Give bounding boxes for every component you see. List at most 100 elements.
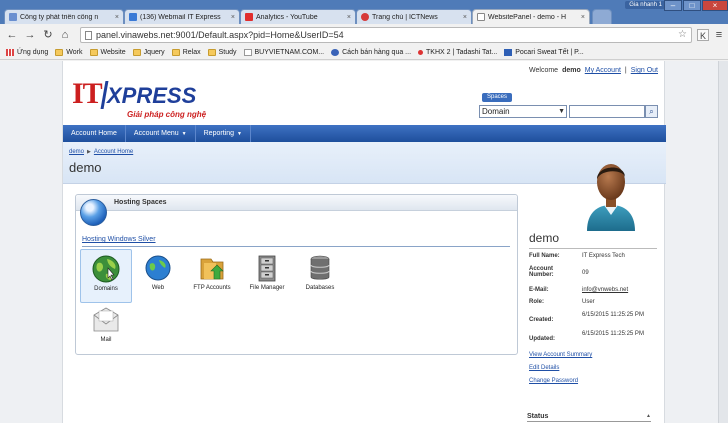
divider xyxy=(529,248,657,249)
bookmarks-bar: Ứng dụng Work Website Jquery Relax Study… xyxy=(0,46,728,60)
change-password-link[interactable]: Change Password xyxy=(529,378,592,384)
maximize-icon[interactable]: □ xyxy=(683,0,701,11)
search-icon[interactable]: ⌕ xyxy=(645,105,658,118)
close-tab-icon[interactable]: × xyxy=(463,14,467,21)
tab-title: Công ty phát triển công n xyxy=(20,13,99,21)
menu-icon[interactable]: ≡ xyxy=(713,28,725,42)
bookmark-star-icon[interactable]: ☆ xyxy=(678,29,687,40)
back-arrow-icon[interactable]: ← xyxy=(6,28,18,42)
close-tab-icon[interactable]: × xyxy=(231,14,235,21)
view-account-summary-link[interactable]: View Account Summary xyxy=(529,352,592,358)
close-tab-icon[interactable]: × xyxy=(115,14,119,21)
mail-icon xyxy=(93,307,119,332)
edit-details-link[interactable]: Edit Details xyxy=(529,365,592,371)
folder-icon xyxy=(171,49,180,56)
quick-web[interactable]: Web xyxy=(132,249,184,303)
extension-icon[interactable]: K xyxy=(697,29,709,41)
folder-icon xyxy=(207,49,216,56)
welcome-text: Welcome xyxy=(529,67,559,74)
close-tab-icon[interactable]: × xyxy=(581,14,585,21)
quick-label: Domains xyxy=(94,286,118,292)
browser-tab-3[interactable]: Analytics - YouTube × xyxy=(240,9,356,24)
collapse-icon[interactable]: ▲ xyxy=(646,413,651,419)
quick-label: Web xyxy=(151,285,165,291)
menu-label: Reporting xyxy=(203,130,234,137)
breadcrumb-current[interactable]: Account Home xyxy=(94,149,133,155)
domain-select[interactable]: Domain ▼ xyxy=(479,105,567,118)
bookmark-pocari[interactable]: Pocari Sweat Tết | P... xyxy=(504,49,584,56)
page-icon xyxy=(504,49,513,56)
bookmark-jquery[interactable]: Jquery xyxy=(132,49,165,56)
address-bar[interactable]: panel.vinawebs.net:9001/Default.aspx?pid… xyxy=(80,27,692,43)
logo-slogan: Giải pháp công nghệ xyxy=(127,110,207,119)
scrollbar[interactable] xyxy=(718,61,728,423)
field-value: 6/15/2015 11:25:25 PM xyxy=(582,312,644,318)
quick-domains[interactable]: Domains xyxy=(80,249,132,303)
field-label: Full Name: xyxy=(529,253,560,259)
bookmark-apps[interactable]: Ứng dụng xyxy=(6,49,48,56)
my-account-link[interactable]: My Account xyxy=(585,67,621,74)
bookmark-website[interactable]: Website xyxy=(89,49,126,56)
field-label: E-Mail: xyxy=(529,287,549,293)
bookmark-relax[interactable]: Relax xyxy=(171,49,201,56)
field-value: User xyxy=(582,299,595,305)
tab-title: Trang chủ | ICTNews xyxy=(372,13,438,21)
tab-title: WebsitePanel - demo - H xyxy=(488,13,567,21)
quick-label: Databases xyxy=(305,285,335,291)
it-express-logo[interactable]: IT XPRESS Giải pháp công nghệ xyxy=(69,73,229,123)
bookmark-work[interactable]: Work xyxy=(55,49,83,56)
home-icon[interactable]: ⌂ xyxy=(59,28,71,42)
account-links: View Account Summary Edit Details Change… xyxy=(529,352,592,391)
website-panel: IT XPRESS Giải pháp công nghệ Welcome de… xyxy=(62,61,666,423)
database-icon xyxy=(310,255,330,280)
hosting-space-link[interactable]: Hosting Windows Silver xyxy=(82,236,156,243)
caret-down-icon: ▼ xyxy=(181,131,187,137)
news-favicon-icon xyxy=(361,13,369,21)
menu-reporting[interactable]: Reporting ▼ xyxy=(196,125,251,142)
globe-icon xyxy=(92,255,120,283)
browser-tab-2[interactable]: (136) Webmail IT Express × xyxy=(124,9,240,24)
browser-tab-5-active[interactable]: WebsitePanel - demo - H × xyxy=(472,9,590,24)
email-link[interactable]: info@vnwebs.net xyxy=(582,287,658,293)
browser-tab-1[interactable]: Công ty phát triển công n × xyxy=(4,9,124,24)
divider: | xyxy=(624,67,627,74)
profile-chip[interactable]: Gia nhanh 1 xyxy=(625,1,666,9)
ftp-icon xyxy=(200,258,224,280)
quick-mail[interactable]: Mail xyxy=(80,301,132,355)
breadcrumb-root[interactable]: demo xyxy=(69,149,84,155)
bookmark-tkhx[interactable]: TKHX 2 | Tadashi Tat... xyxy=(418,49,497,56)
quick-label: Mail xyxy=(100,337,112,343)
bookmark-buyvietnam[interactable]: BUYVIETNAM.COM... xyxy=(243,49,324,56)
bookmark-label: Ứng dụng xyxy=(17,49,49,56)
close-tab-icon[interactable]: × xyxy=(347,14,351,21)
bookmark-label: Relax xyxy=(182,49,201,56)
menu-account-home[interactable]: Account Home xyxy=(63,125,126,142)
quick-file-manager[interactable]: File Manager xyxy=(241,249,293,303)
close-window-icon[interactable]: × xyxy=(702,0,728,11)
minimize-icon[interactable]: – xyxy=(664,0,682,11)
forward-arrow-icon[interactable]: → xyxy=(24,28,36,42)
sign-out-link[interactable]: Sign Out xyxy=(631,67,658,74)
status-section-header[interactable]: Status ▲ xyxy=(527,413,651,422)
apps-icon xyxy=(6,49,14,56)
menu-label: Account Menu xyxy=(133,130,179,137)
bookmark-cach-ban-hang[interactable]: Cách bán hàng qua ... xyxy=(331,49,411,56)
menu-account-menu[interactable]: Account Menu ▼ xyxy=(126,125,196,142)
bookmark-study[interactable]: Study xyxy=(207,49,237,56)
field-label: Role: xyxy=(529,299,544,305)
reload-icon[interactable]: ↻ xyxy=(42,28,54,42)
divider xyxy=(82,246,510,247)
page-favicon-icon xyxy=(477,13,485,21)
browser-tab-4[interactable]: Trang chủ | ICTNews × xyxy=(356,9,472,24)
page-favicon-icon xyxy=(9,13,17,21)
page-info-icon[interactable] xyxy=(85,30,92,40)
folder-icon xyxy=(55,49,64,56)
quick-databases[interactable]: Databases xyxy=(294,249,346,303)
account-name: demo xyxy=(529,231,560,245)
bookmark-label: Website xyxy=(100,49,126,56)
search-input[interactable] xyxy=(569,105,645,118)
url-text[interactable]: panel.vinawebs.net:9001/Default.aspx?pid… xyxy=(96,30,344,40)
hosting-orb-icon xyxy=(80,199,107,226)
quick-ftp-accounts[interactable]: FTP Accounts xyxy=(186,249,238,303)
new-tab-button[interactable] xyxy=(592,9,612,24)
